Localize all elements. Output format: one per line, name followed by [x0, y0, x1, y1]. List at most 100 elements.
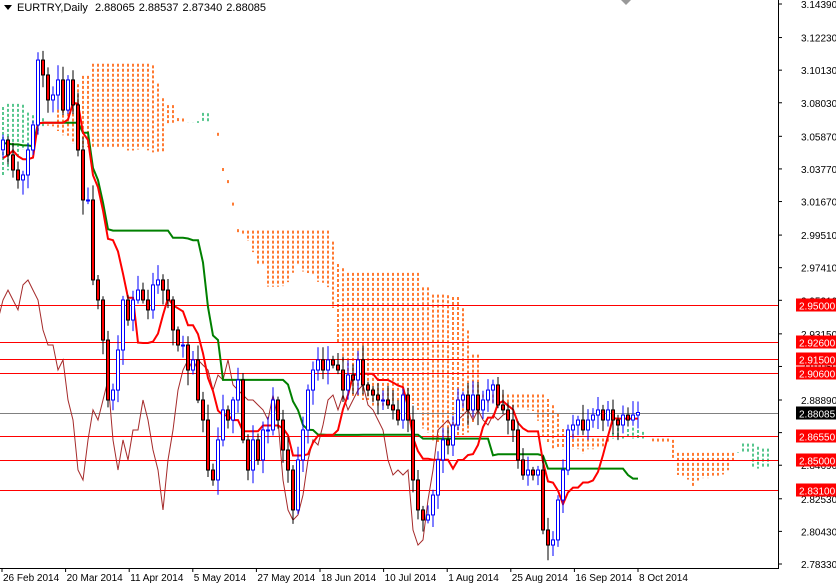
bear-candle: [107, 340, 110, 400]
bear-candle: [277, 400, 280, 420]
bull-candle: [132, 300, 135, 320]
bull-candle: [152, 285, 155, 310]
level-label: 2.86550: [799, 433, 836, 444]
bear-candle: [582, 420, 585, 430]
bull-candle: [452, 425, 455, 445]
bear-candle: [602, 410, 605, 420]
bull-candle: [537, 470, 540, 475]
bull-candle: [482, 400, 485, 410]
bull-candle: [357, 360, 360, 380]
bear-candle: [12, 155, 15, 170]
bull-candle: [37, 60, 40, 125]
bear-candle: [337, 365, 340, 370]
bear-candle: [177, 330, 180, 345]
bear-candle: [447, 440, 450, 445]
bear-candle: [477, 395, 480, 410]
time-tick-label: 11 Apr 2014: [130, 573, 184, 584]
bull-candle: [622, 415, 625, 425]
bear-candle: [332, 360, 335, 365]
price-tick-label: 3.14390: [801, 0, 836, 11]
bear-candle: [62, 80, 65, 110]
bear-candle: [422, 510, 425, 520]
bull-candle: [592, 415, 595, 420]
time-tick-label: 25 Aug 2014: [512, 573, 569, 584]
bear-candle: [342, 370, 345, 390]
chart-shift-marker-icon[interactable]: [621, 0, 631, 5]
bear-candle: [372, 390, 375, 395]
bear-candle: [292, 470, 295, 510]
level-label: 2.85000: [799, 457, 836, 468]
price-tick-label: 3.08030: [801, 99, 836, 110]
bear-candle: [617, 420, 620, 425]
bull-candle: [427, 515, 430, 520]
bear-candle: [522, 460, 525, 475]
bull-candle: [347, 375, 350, 390]
price-tick-label: 2.80430: [801, 527, 836, 538]
bull-candle: [462, 395, 465, 400]
bear-candle: [7, 140, 10, 155]
bull-candle: [182, 345, 185, 346]
time-tick-label: 10 Jul 2014: [385, 573, 437, 584]
bear-candle: [17, 170, 20, 180]
bear-candle: [247, 440, 250, 470]
level-label: 2.90600: [799, 370, 836, 381]
bear-candle: [207, 420, 210, 470]
bear-candle: [162, 280, 165, 290]
price-tick-label: 2.88890: [801, 396, 836, 407]
time-axis[interactable]: 26 Feb 201420 Mar 201411 Apr 20145 May 2…: [2, 568, 688, 584]
bear-candle: [507, 410, 510, 420]
bear-candle: [197, 360, 200, 400]
bear-candle: [497, 385, 500, 405]
bull-candle: [567, 430, 570, 470]
bear-candle: [467, 395, 470, 410]
time-tick-label: 8 Oct 2014: [639, 573, 688, 584]
bull-candle: [217, 440, 220, 480]
bull-candle: [382, 400, 385, 401]
bear-candle: [227, 410, 230, 420]
price-tick-label: 2.99510: [801, 231, 836, 242]
bear-candle: [242, 380, 245, 440]
bear-candle: [627, 415, 630, 420]
bull-candle: [267, 430, 270, 431]
bull-candle: [487, 390, 490, 400]
price-tick-label: 3.01670: [801, 198, 836, 209]
bull-candle: [557, 500, 560, 540]
bear-candle: [127, 300, 130, 320]
bull-candle: [27, 150, 30, 175]
bear-candle: [77, 105, 80, 150]
bull-candle: [252, 440, 255, 470]
bear-candle: [97, 280, 100, 300]
bear-candle: [502, 405, 505, 410]
time-tick-label: 16 Sep 2014: [575, 573, 632, 584]
price-chart[interactable]: 3.143903.122303.101303.080303.058703.037…: [0, 0, 836, 585]
bull-candle: [597, 410, 600, 415]
bull-candle: [32, 125, 35, 150]
bull-candle: [527, 470, 530, 475]
bear-candle: [287, 450, 290, 470]
level-label: 2.83100: [799, 487, 836, 498]
current-price-label: 2.88085: [799, 410, 836, 421]
bull-candle: [232, 400, 235, 420]
bear-candle: [72, 80, 75, 105]
bull-candle: [302, 430, 305, 460]
bear-candle: [47, 75, 50, 100]
bull-candle: [637, 413, 640, 416]
bear-candle: [367, 385, 370, 390]
bull-candle: [297, 460, 300, 510]
bull-candle: [137, 290, 140, 300]
price-tick-label: 3.05870: [801, 132, 836, 143]
level-label: 2.95000: [799, 302, 836, 313]
bear-candle: [92, 200, 95, 280]
time-tick-label: 1 Aug 2014: [448, 573, 499, 584]
bull-candle: [67, 80, 70, 110]
level-label: 2.91500: [799, 356, 836, 367]
bull-candle: [327, 360, 330, 370]
bear-candle: [417, 480, 420, 510]
bull-candle: [87, 200, 90, 201]
bull-candle: [437, 460, 440, 495]
bull-candle: [52, 95, 55, 100]
bull-candle: [432, 495, 435, 515]
time-tick-label: 26 Feb 2014: [3, 573, 60, 584]
time-tick-label: 18 Jun 2014: [321, 573, 376, 584]
bull-candle: [442, 440, 445, 460]
